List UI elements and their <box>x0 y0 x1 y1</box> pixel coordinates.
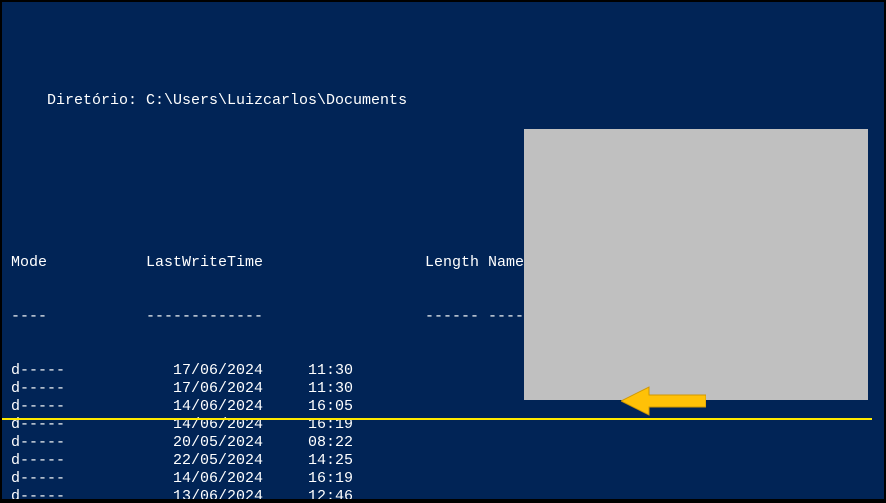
directory-header: Diretório: C:\Users\Luizcarlos\Documents <box>2 92 884 110</box>
annotation-arrow <box>621 383 706 419</box>
table-row: d-----14/06/202416:19 <box>2 470 884 488</box>
highlight-underline <box>2 418 872 420</box>
powershell-terminal[interactable]: Diretório: C:\Users\Luizcarlos\Documents… <box>2 2 884 499</box>
table-row: d-----22/05/202414:25 <box>2 452 884 470</box>
redacted-area <box>524 129 868 400</box>
table-row: d-----13/06/202412:46 <box>2 488 884 499</box>
table-row: d-----20/05/202408:22 <box>2 434 884 452</box>
table-row: d-----14/06/202416:05 <box>2 398 884 416</box>
